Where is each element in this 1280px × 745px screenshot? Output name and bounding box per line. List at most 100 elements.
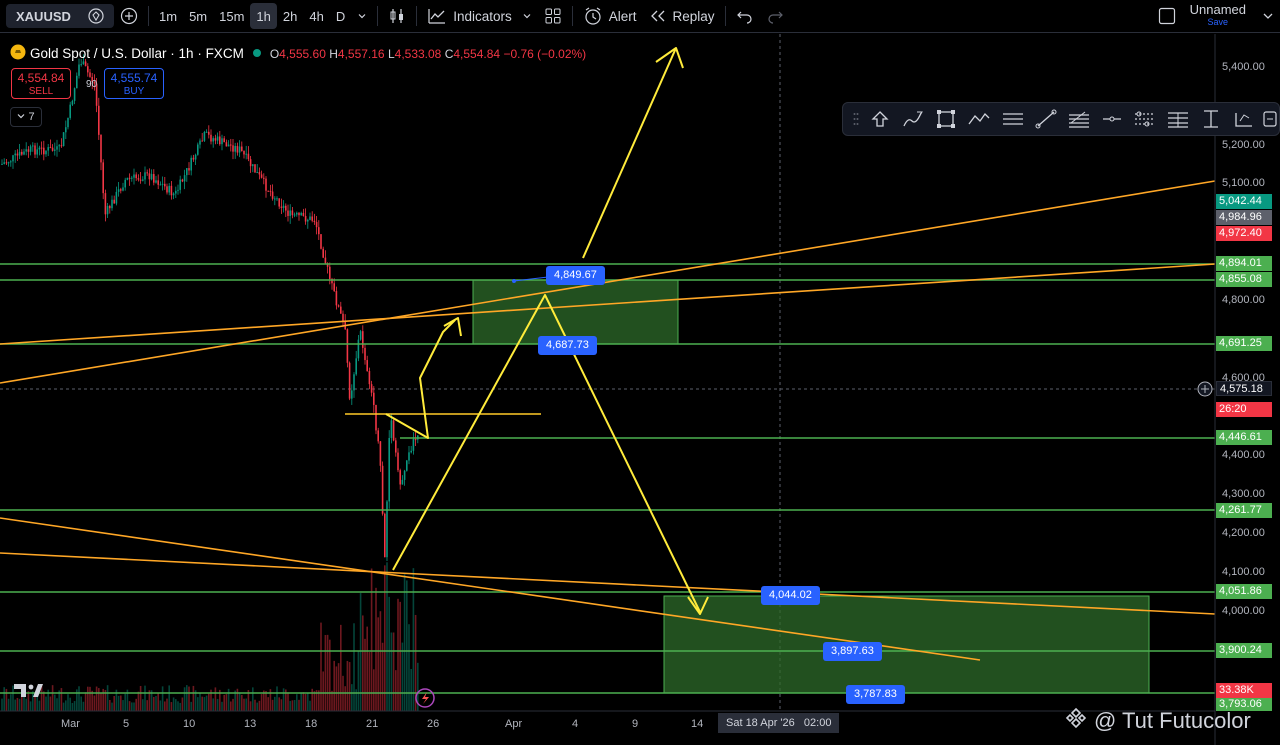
- fib-retracement-tool-icon[interactable]: [1062, 109, 1095, 129]
- volume-bar: [87, 686, 89, 711]
- volume-bar: [265, 691, 267, 711]
- watermark-text: @ Tut Futucolor: [1094, 708, 1251, 733]
- drag-handle-icon[interactable]: [849, 112, 864, 126]
- sell-button[interactable]: 4,554.84 SELL: [11, 68, 71, 99]
- binance-logo-icon: [1064, 706, 1088, 736]
- volume-bar: [43, 691, 45, 711]
- volume-bar: [153, 696, 155, 711]
- candle-body: [254, 164, 256, 173]
- candle-body: [115, 191, 118, 204]
- candle-body: [245, 153, 247, 155]
- candle-body: [16, 153, 19, 156]
- lower-trendline[interactable]: [0, 552, 1216, 615]
- candle-body: [62, 132, 65, 147]
- candle-body: [144, 172, 146, 180]
- trendline-tool-icon[interactable]: [1029, 109, 1062, 129]
- volume-bar: [351, 684, 353, 711]
- candle-body: [18, 151, 21, 156]
- candle-body: [56, 146, 58, 150]
- candle-body: [194, 154, 197, 160]
- rectangle-tool-icon[interactable]: [930, 109, 963, 129]
- volume-bar: [102, 688, 104, 711]
- upper-trendline[interactable]: [0, 180, 1216, 384]
- candle-body: [153, 174, 155, 183]
- volume-bar: [298, 699, 300, 711]
- price-range-tool-icon[interactable]: [1194, 109, 1227, 129]
- price-tag-4044[interactable]: 4,044.02: [761, 586, 820, 605]
- candle-body: [370, 384, 373, 393]
- volume-bar: [3, 687, 5, 711]
- volume-bar: [32, 691, 34, 711]
- date-range-tool-icon[interactable]: [1228, 109, 1261, 129]
- horizontal-line-tool-icon[interactable]: [1095, 109, 1128, 129]
- volume-bar: [406, 580, 408, 711]
- candle-body: [117, 189, 120, 192]
- candle-body: [256, 172, 258, 174]
- candle-body: [45, 150, 47, 155]
- lower-trendline-2[interactable]: [0, 517, 981, 661]
- candle-body: [170, 185, 173, 196]
- volume-bar: [164, 701, 166, 711]
- candle-body: [335, 291, 338, 306]
- volume-bar: [120, 695, 122, 711]
- volume-bar: [267, 697, 269, 711]
- candle-body: [241, 146, 243, 151]
- breakout-arrow[interactable]: [582, 47, 677, 259]
- price-label-3900: 3,900.24: [1216, 643, 1272, 658]
- small-zigzag-path[interactable]: [385, 319, 456, 439]
- candle-body: [337, 305, 340, 307]
- candle-body: [104, 193, 107, 215]
- price-tag-4687[interactable]: 4,687.73: [538, 336, 597, 355]
- volume-bar: [296, 694, 298, 711]
- arrow-up-tool-icon[interactable]: [864, 109, 897, 129]
- parallel-channel-tool-icon[interactable]: [996, 109, 1029, 129]
- volume-bar: [73, 701, 76, 711]
- volume-bar: [397, 598, 399, 711]
- candle-body: [205, 131, 208, 133]
- gann-box-tool-icon[interactable]: [1161, 109, 1194, 129]
- volume-bar: [390, 632, 393, 711]
- more-tools-icon[interactable]: [1261, 109, 1279, 129]
- volume-bar: [337, 663, 340, 711]
- volume-bar: [133, 702, 135, 711]
- volume-bar: [161, 686, 164, 711]
- candle-body: [280, 206, 283, 208]
- volume-bar: [399, 601, 401, 711]
- candle-body: [69, 104, 71, 118]
- candle-body: [146, 172, 148, 174]
- price-tag-3897[interactable]: 3,897.63: [823, 642, 882, 661]
- candle-body: [186, 168, 188, 176]
- volume-bar: [252, 687, 254, 711]
- candle-body: [263, 177, 265, 179]
- volume-bar: [368, 652, 371, 711]
- demand-zone-box[interactable]: [663, 595, 1150, 694]
- volume-bar: [311, 688, 313, 711]
- volume-bar: [5, 688, 8, 711]
- brush-tool-icon[interactable]: [897, 109, 930, 129]
- buy-button[interactable]: 4,555.74 BUY: [104, 68, 164, 99]
- crosshair-plus-icon[interactable]: [1197, 381, 1213, 397]
- candle-body: [278, 198, 280, 207]
- volume-series: [1, 562, 419, 711]
- path-tool-icon[interactable]: [963, 109, 996, 129]
- volume-bar: [89, 686, 91, 711]
- supply-zone-box[interactable]: [472, 279, 679, 345]
- candle-body: [269, 190, 272, 192]
- symbol-title[interactable]: Gold Spot / U.S. Dollar · 1h · FXCM: [30, 46, 244, 61]
- volume-bar: [10, 694, 12, 711]
- candle-body: [227, 144, 230, 147]
- volume-bar: [302, 692, 305, 711]
- volume-bar: [223, 694, 225, 711]
- pitchfork-tool-icon[interactable]: [1128, 109, 1161, 129]
- candle-body: [188, 168, 190, 171]
- price-label-4691: 4,691.25: [1216, 336, 1272, 351]
- volume-bar: [91, 690, 93, 711]
- volume-bar: [309, 700, 311, 711]
- price-tag-3787[interactable]: 3,787.83: [846, 685, 905, 704]
- candle-body: [133, 174, 135, 178]
- volume-bar: [159, 700, 162, 711]
- price-tag-4849[interactable]: 4,849.67: [546, 266, 605, 285]
- indicators-collapse-button[interactable]: 7: [10, 107, 42, 127]
- candle-body: [54, 149, 56, 151]
- volume-bar: [25, 698, 27, 711]
